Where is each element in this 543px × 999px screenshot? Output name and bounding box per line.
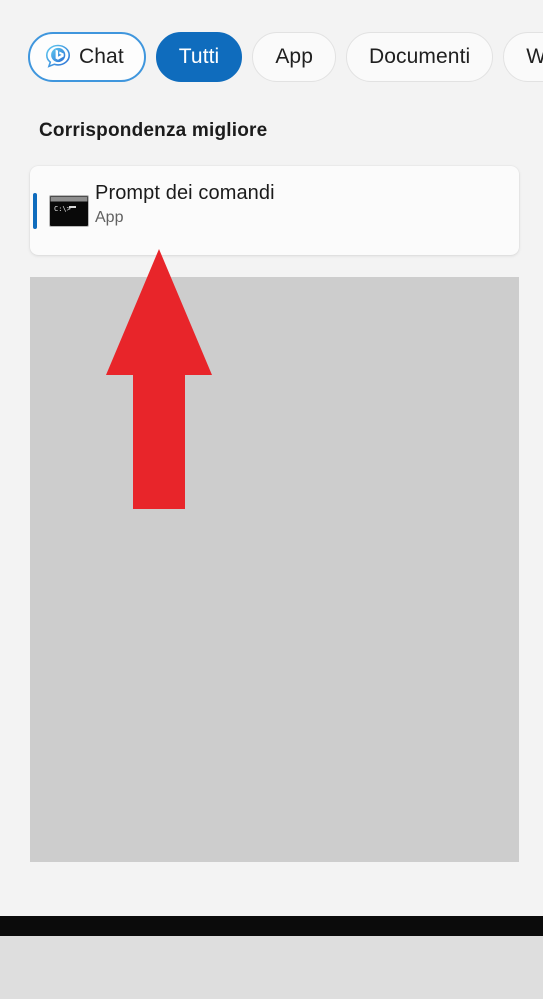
filter-pill-chat[interactable]: Chat <box>28 32 146 82</box>
filter-pill-documenti-label: Documenti <box>369 45 471 68</box>
filter-pill-tutti-label: Tutti <box>178 45 220 68</box>
search-flyout-screen: Chat Tutti App Documenti Web Corrisponde… <box>0 0 543 999</box>
command-prompt-icon: C:\> <box>49 191 89 231</box>
filter-pill-chat-label: Chat <box>79 45 124 68</box>
filter-pill-tutti[interactable]: Tutti <box>155 32 243 82</box>
search-filter-bar: Chat Tutti App Documenti Web <box>0 32 543 82</box>
screen-separator-strip <box>0 916 543 936</box>
filter-pill-web[interactable]: Web <box>503 32 543 82</box>
filter-pill-app[interactable]: App <box>252 32 336 82</box>
annotation-up-arrow <box>106 249 212 509</box>
filter-pill-app-label: App <box>275 45 313 68</box>
windows-taskbar: cmd <box>0 936 543 999</box>
filter-pill-web-label: Web <box>526 45 543 68</box>
best-match-subtitle: App <box>95 209 124 226</box>
result-preview-pane <box>30 277 519 862</box>
best-match-result-card[interactable]: C:\> Prompt dei comandi App <box>30 166 519 255</box>
best-match-title: Prompt dei comandi <box>95 182 275 204</box>
best-match-text-block: Prompt dei comandi App <box>95 180 275 227</box>
bing-chat-icon <box>45 44 71 70</box>
best-match-section-title: Corrispondenza migliore <box>39 120 268 141</box>
svg-text:C:\>: C:\> <box>54 205 71 213</box>
selection-accent-bar <box>33 193 37 229</box>
windows-search-flyout: Chat Tutti App Documenti Web Corrisponde… <box>0 0 543 916</box>
filter-pill-documenti[interactable]: Documenti <box>346 32 494 82</box>
